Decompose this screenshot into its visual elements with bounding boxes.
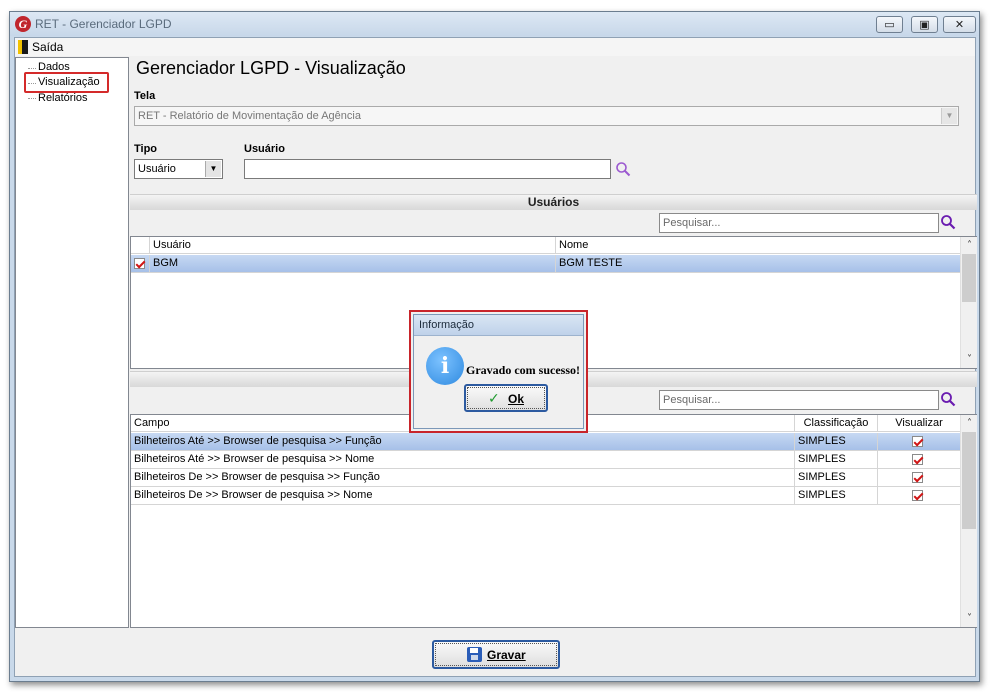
- usuario-input[interactable]: [244, 159, 611, 179]
- tree-connector: [28, 68, 36, 69]
- menu-bar: Saída: [15, 38, 975, 56]
- visualizar-checkbox[interactable]: [912, 436, 923, 447]
- close-button[interactable]: ✕: [943, 16, 976, 33]
- search-icon[interactable]: [615, 161, 631, 177]
- chevron-down-icon[interactable]: ▼: [941, 108, 957, 124]
- cell-classificacao: SIMPLES: [795, 469, 878, 487]
- tela-select[interactable]: RET - Relatório de Movimentação de Agênc…: [134, 106, 959, 126]
- scroll-down-icon[interactable]: ˅: [961, 610, 978, 627]
- page-title: Gerenciador LGPD - Visualização: [136, 58, 406, 78]
- gravar-label: Gravar: [487, 648, 526, 662]
- search-placeholder: Pesquisar...: [663, 394, 721, 406]
- maximize-button[interactable]: ▣: [911, 16, 938, 33]
- tela-select-value: RET - Relatório de Movimentação de Agênc…: [138, 110, 361, 122]
- maximize-icon: ▣: [919, 18, 930, 31]
- app-window: G RET - Gerenciador LGPD ▭ ▣ ✕ Saída Dad…: [9, 11, 980, 682]
- minimize-button[interactable]: ▭: [876, 16, 903, 33]
- scroll-up-icon[interactable]: ˄: [961, 237, 978, 254]
- sidebar-tree: Dados Visualização Relatórios: [15, 57, 129, 628]
- column-header-classificacao[interactable]: Classificação: [795, 415, 878, 432]
- table-row[interactable]: Bilheteiros De >> Browser de pesquisa >>…: [131, 487, 960, 505]
- checkmark-icon: ✓: [488, 391, 500, 407]
- info-icon: i: [426, 347, 464, 385]
- row-checkbox-cell[interactable]: [131, 255, 150, 273]
- dialog-title: Informação: [419, 319, 475, 331]
- column-header-usuario[interactable]: Usuário: [150, 237, 556, 254]
- sidebar-item-relatorios[interactable]: Relatórios: [38, 92, 88, 104]
- exit-door-icon[interactable]: [18, 40, 28, 54]
- scrollbar-thumb[interactable]: [962, 254, 976, 302]
- cell-nome: BGM TESTE: [559, 257, 623, 269]
- dialog-title-bar[interactable]: Informação: [414, 315, 583, 336]
- chevron-down-icon[interactable]: ▼: [205, 161, 221, 177]
- cell-campo: Bilheteiros Até >> Browser de pesquisa >…: [131, 451, 795, 469]
- usuarios-section-header: Usuários: [130, 194, 977, 210]
- row-checkbox[interactable]: [134, 258, 145, 269]
- close-icon: ✕: [954, 18, 965, 31]
- table-row[interactable]: Bilheteiros De >> Browser de pesquisa >>…: [131, 469, 960, 487]
- menu-exit[interactable]: Saída: [32, 40, 63, 54]
- search-placeholder: Pesquisar...: [663, 217, 721, 229]
- table-row[interactable]: Bilheteiros Até >> Browser de pesquisa >…: [131, 451, 960, 469]
- gravar-button[interactable]: Gravar: [432, 640, 560, 669]
- dialog-message: Gravado com sucesso!: [466, 363, 580, 377]
- selection-highlight: [24, 72, 109, 93]
- focus-rect: [467, 387, 545, 409]
- cell-classificacao: SIMPLES: [795, 487, 878, 505]
- cell-campo: Bilheteiros De >> Browser de pesquisa >>…: [131, 469, 795, 487]
- checkbox-column-header: [131, 237, 150, 254]
- campos-search-input[interactable]: Pesquisar...: [659, 390, 939, 410]
- usuario-label: Usuário: [244, 143, 285, 155]
- ok-button[interactable]: ✓ Ok: [464, 384, 548, 412]
- save-disk-icon: [467, 647, 482, 662]
- cell-campo: Bilheteiros De >> Browser de pesquisa >>…: [131, 487, 795, 505]
- tipo-select[interactable]: Usuário ▼: [134, 159, 223, 179]
- usuarios-search-input[interactable]: Pesquisar...: [659, 213, 939, 233]
- usuarios-scrollbar[interactable]: ˄ ˅: [960, 237, 977, 368]
- tipo-select-value: Usuário: [138, 163, 176, 175]
- visualizar-checkbox[interactable]: [912, 454, 923, 465]
- app-logo-icon: G: [15, 16, 31, 32]
- dialog-frame: Informação i Gravado com sucesso! ✓ Ok: [413, 314, 584, 429]
- cell-classificacao: SIMPLES: [795, 433, 878, 451]
- scroll-down-icon[interactable]: ˅: [961, 351, 978, 368]
- info-dialog: Informação i Gravado com sucesso! ✓ Ok: [409, 310, 588, 433]
- tipo-label: Tipo: [134, 143, 158, 155]
- cell-visualizar[interactable]: [878, 469, 960, 487]
- campos-scrollbar[interactable]: ˄ ˅: [960, 415, 977, 627]
- campos-grid: Campo Classificação Visualizar Bilheteir…: [130, 414, 977, 628]
- ok-label: Ok: [508, 392, 525, 406]
- cell-visualizar[interactable]: [878, 451, 960, 469]
- cell-visualizar[interactable]: [878, 433, 960, 451]
- search-icon[interactable]: [940, 391, 956, 407]
- tree-connector: [28, 98, 36, 99]
- visualizar-checkbox[interactable]: [912, 472, 923, 483]
- cell-usuario: BGM: [150, 255, 556, 273]
- table-row[interactable]: BGM BGM TESTE: [131, 255, 960, 273]
- minimize-icon: ▭: [884, 18, 895, 31]
- search-icon[interactable]: [940, 214, 956, 230]
- column-header-nome[interactable]: Nome: [556, 237, 960, 254]
- visualizar-checkbox[interactable]: [912, 490, 923, 501]
- title-bar[interactable]: G RET - Gerenciador LGPD ▭ ▣ ✕: [10, 12, 979, 36]
- tela-label: Tela: [134, 90, 156, 102]
- grid-header: Usuário Nome: [131, 237, 960, 254]
- cell-visualizar[interactable]: [878, 487, 960, 505]
- client-area: Saída Dados Visualização Relatórios Gere…: [14, 37, 977, 677]
- table-row[interactable]: Bilheteiros Até >> Browser de pesquisa >…: [131, 433, 960, 451]
- scroll-up-icon[interactable]: ˄: [961, 415, 978, 432]
- scrollbar-thumb[interactable]: [962, 432, 976, 529]
- window-title: RET - Gerenciador LGPD: [35, 17, 172, 31]
- cell-campo: Bilheteiros Até >> Browser de pesquisa >…: [131, 433, 795, 451]
- column-header-visualizar[interactable]: Visualizar: [878, 415, 960, 432]
- cell-classificacao: SIMPLES: [795, 451, 878, 469]
